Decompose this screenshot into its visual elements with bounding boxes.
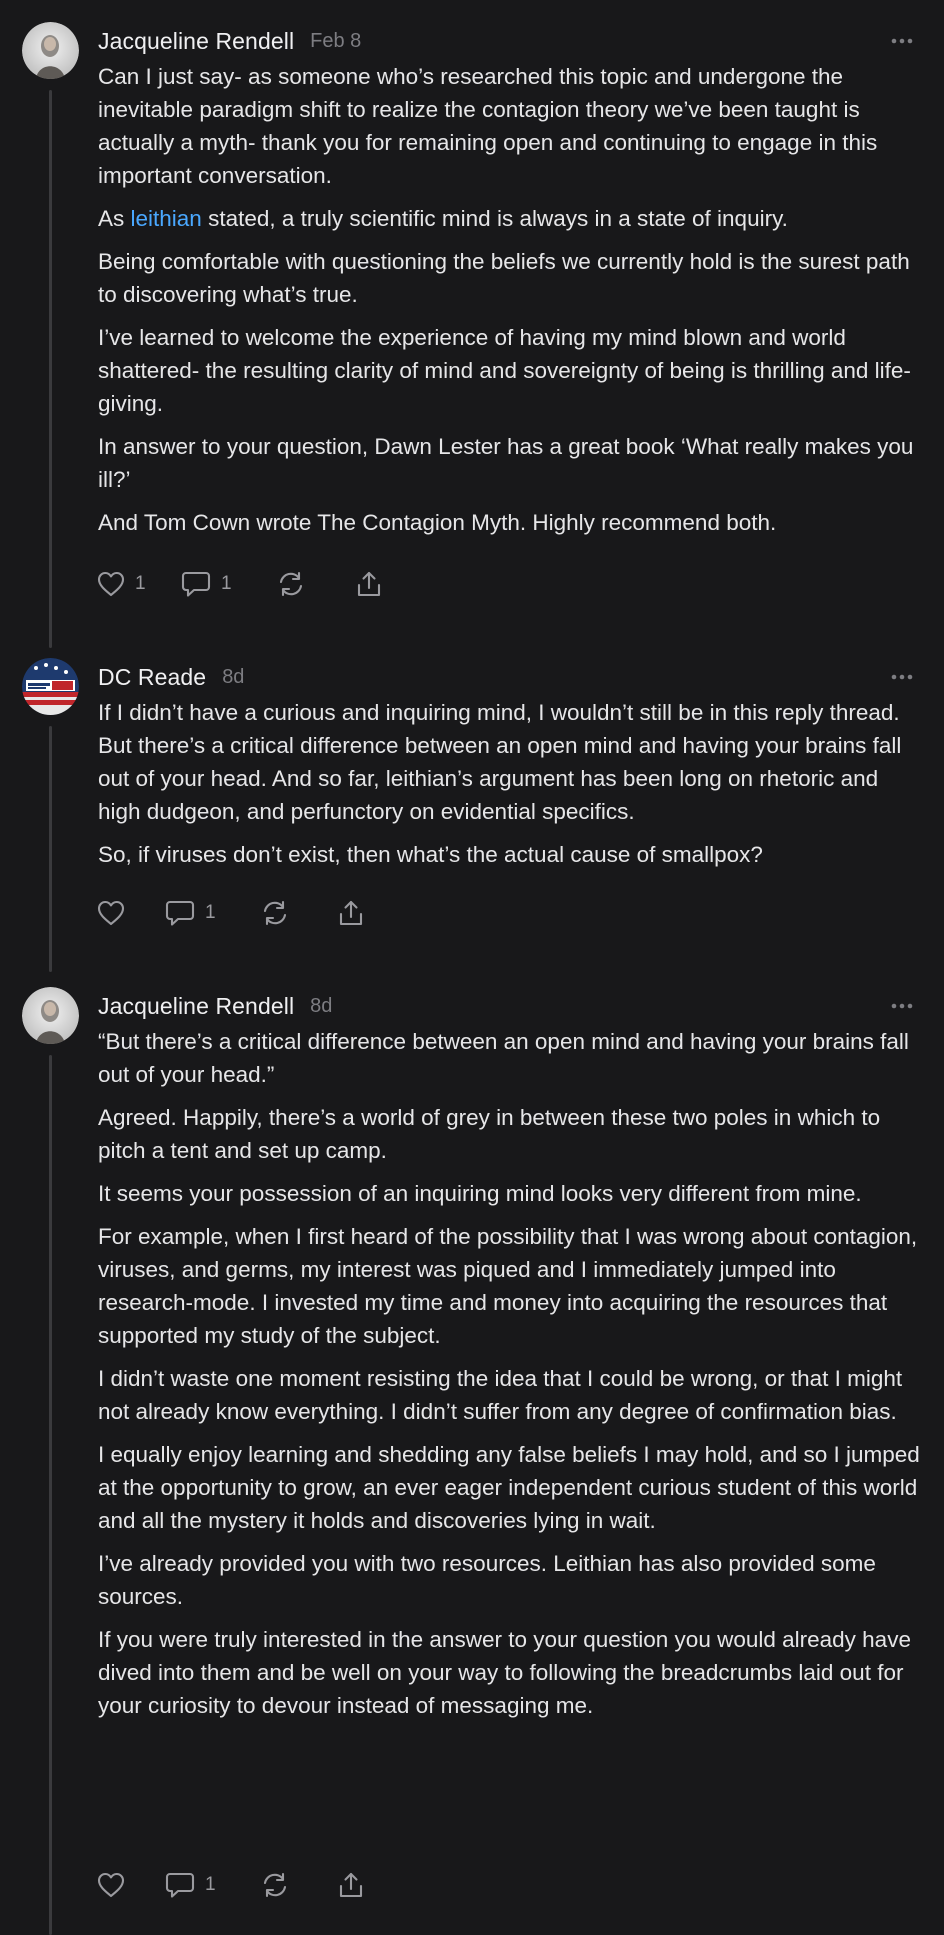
comment-icon [165, 1871, 195, 1899]
avatar[interactable] [22, 22, 79, 79]
restack-button[interactable] [261, 900, 337, 926]
restack-icon [261, 1872, 289, 1898]
comment-paragraph: For example, when I first heard of the p… [98, 1224, 918, 1348]
reply-button[interactable]: 1 [165, 899, 261, 927]
heart-icon [97, 1872, 125, 1898]
comment-date[interactable]: 8d [310, 995, 332, 1018]
reply-button[interactable]: 1 [165, 1871, 261, 1899]
comment-paragraph: If I didn’t have a curious and inquiring… [98, 700, 902, 824]
comment-body: “But there’s a critical difference betwe… [98, 1025, 920, 1732]
comment-body: Can I just say- as someone who’s researc… [98, 60, 920, 549]
thread-line [49, 726, 52, 972]
comment-icon [181, 570, 211, 598]
share-icon [337, 1871, 365, 1899]
comment-date[interactable]: Feb 8 [310, 30, 361, 53]
comment-actions: 1 1 [97, 566, 383, 602]
restack-button[interactable] [277, 571, 355, 597]
comment-paragraph: “But there’s a critical difference betwe… [98, 1029, 909, 1087]
share-button[interactable] [337, 899, 365, 927]
reply-count: 1 [205, 1874, 216, 1895]
comment-icon [165, 899, 195, 927]
restack-button[interactable] [261, 1872, 337, 1898]
comment-header: DC Reade 8d [98, 658, 244, 696]
comment-paragraph: In answer to your question, Dawn Lester … [98, 434, 914, 492]
comment-paragraph: Can I just say- as someone who’s researc… [98, 64, 878, 188]
more-icon [891, 38, 913, 44]
comment-body: If I didn’t have a curious and inquiring… [98, 696, 920, 881]
author-name[interactable]: Jacqueline Rendell [98, 28, 294, 55]
avatar-photo [22, 658, 79, 715]
comment-header: Jacqueline Rendell Feb 8 [98, 22, 361, 60]
comment-paragraph: So, if viruses don’t exist, then what’s … [98, 842, 763, 867]
comment-date[interactable]: 8d [222, 666, 244, 689]
comment-paragraph: Agreed. Happily, there’s a world of grey… [98, 1105, 881, 1163]
thread-line [49, 1055, 52, 1935]
comment-thread: Jacqueline Rendell Feb 8 Can I just say-… [0, 0, 944, 1935]
like-button[interactable] [97, 1872, 165, 1898]
more-options-button[interactable] [888, 987, 916, 1025]
heart-icon [97, 900, 125, 926]
like-button[interactable]: 1 [97, 571, 181, 597]
comment-header: Jacqueline Rendell 8d [98, 987, 332, 1025]
more-icon [891, 674, 913, 680]
more-icon [891, 1003, 913, 1009]
restack-icon [277, 571, 305, 597]
comment-actions: 1 [97, 895, 365, 931]
author-name[interactable]: DC Reade [98, 664, 206, 691]
share-icon [337, 899, 365, 927]
share-icon [355, 570, 383, 598]
thread-line [49, 90, 52, 648]
comment-actions: 1 [97, 1867, 365, 1903]
more-options-button[interactable] [888, 22, 916, 60]
comment-paragraph: I didn’t waste one moment resisting the … [98, 1366, 903, 1424]
reply-button[interactable]: 1 [181, 570, 277, 598]
restack-icon [261, 900, 289, 926]
comment-paragraph: And Tom Cown wrote The Contagion Myth. H… [98, 510, 777, 535]
comment-paragraph: It seems your possession of an inquiring… [98, 1181, 862, 1206]
share-button[interactable] [337, 1871, 365, 1899]
like-count: 1 [135, 573, 146, 594]
avatar[interactable] [22, 987, 79, 1044]
comment-paragraph: I’ve learned to welcome the experience o… [98, 325, 911, 416]
share-button[interactable] [355, 570, 383, 598]
avatar-photo [22, 22, 79, 79]
avatar[interactable] [22, 658, 79, 715]
paragraph-text: As [98, 206, 131, 231]
like-button[interactable] [97, 900, 165, 926]
comment-paragraph: As leithian stated, a truly scientific m… [98, 202, 920, 235]
author-name[interactable]: Jacqueline Rendell [98, 993, 294, 1020]
reply-count: 1 [205, 902, 216, 923]
comment-paragraph: Being comfortable with questioning the b… [98, 249, 910, 307]
avatar-photo [22, 987, 79, 1044]
paragraph-text: stated, a truly scientific mind is alway… [201, 206, 788, 231]
reply-count: 1 [221, 573, 232, 594]
user-mention-link[interactable]: leithian [131, 206, 202, 231]
comment-paragraph: I’ve already provided you with two resou… [98, 1551, 876, 1609]
comment-paragraph: If you were truly interested in the answ… [98, 1627, 911, 1718]
heart-icon [97, 571, 125, 597]
comment-paragraph: I equally enjoy learning and shedding an… [98, 1442, 920, 1533]
more-options-button[interactable] [888, 658, 916, 696]
